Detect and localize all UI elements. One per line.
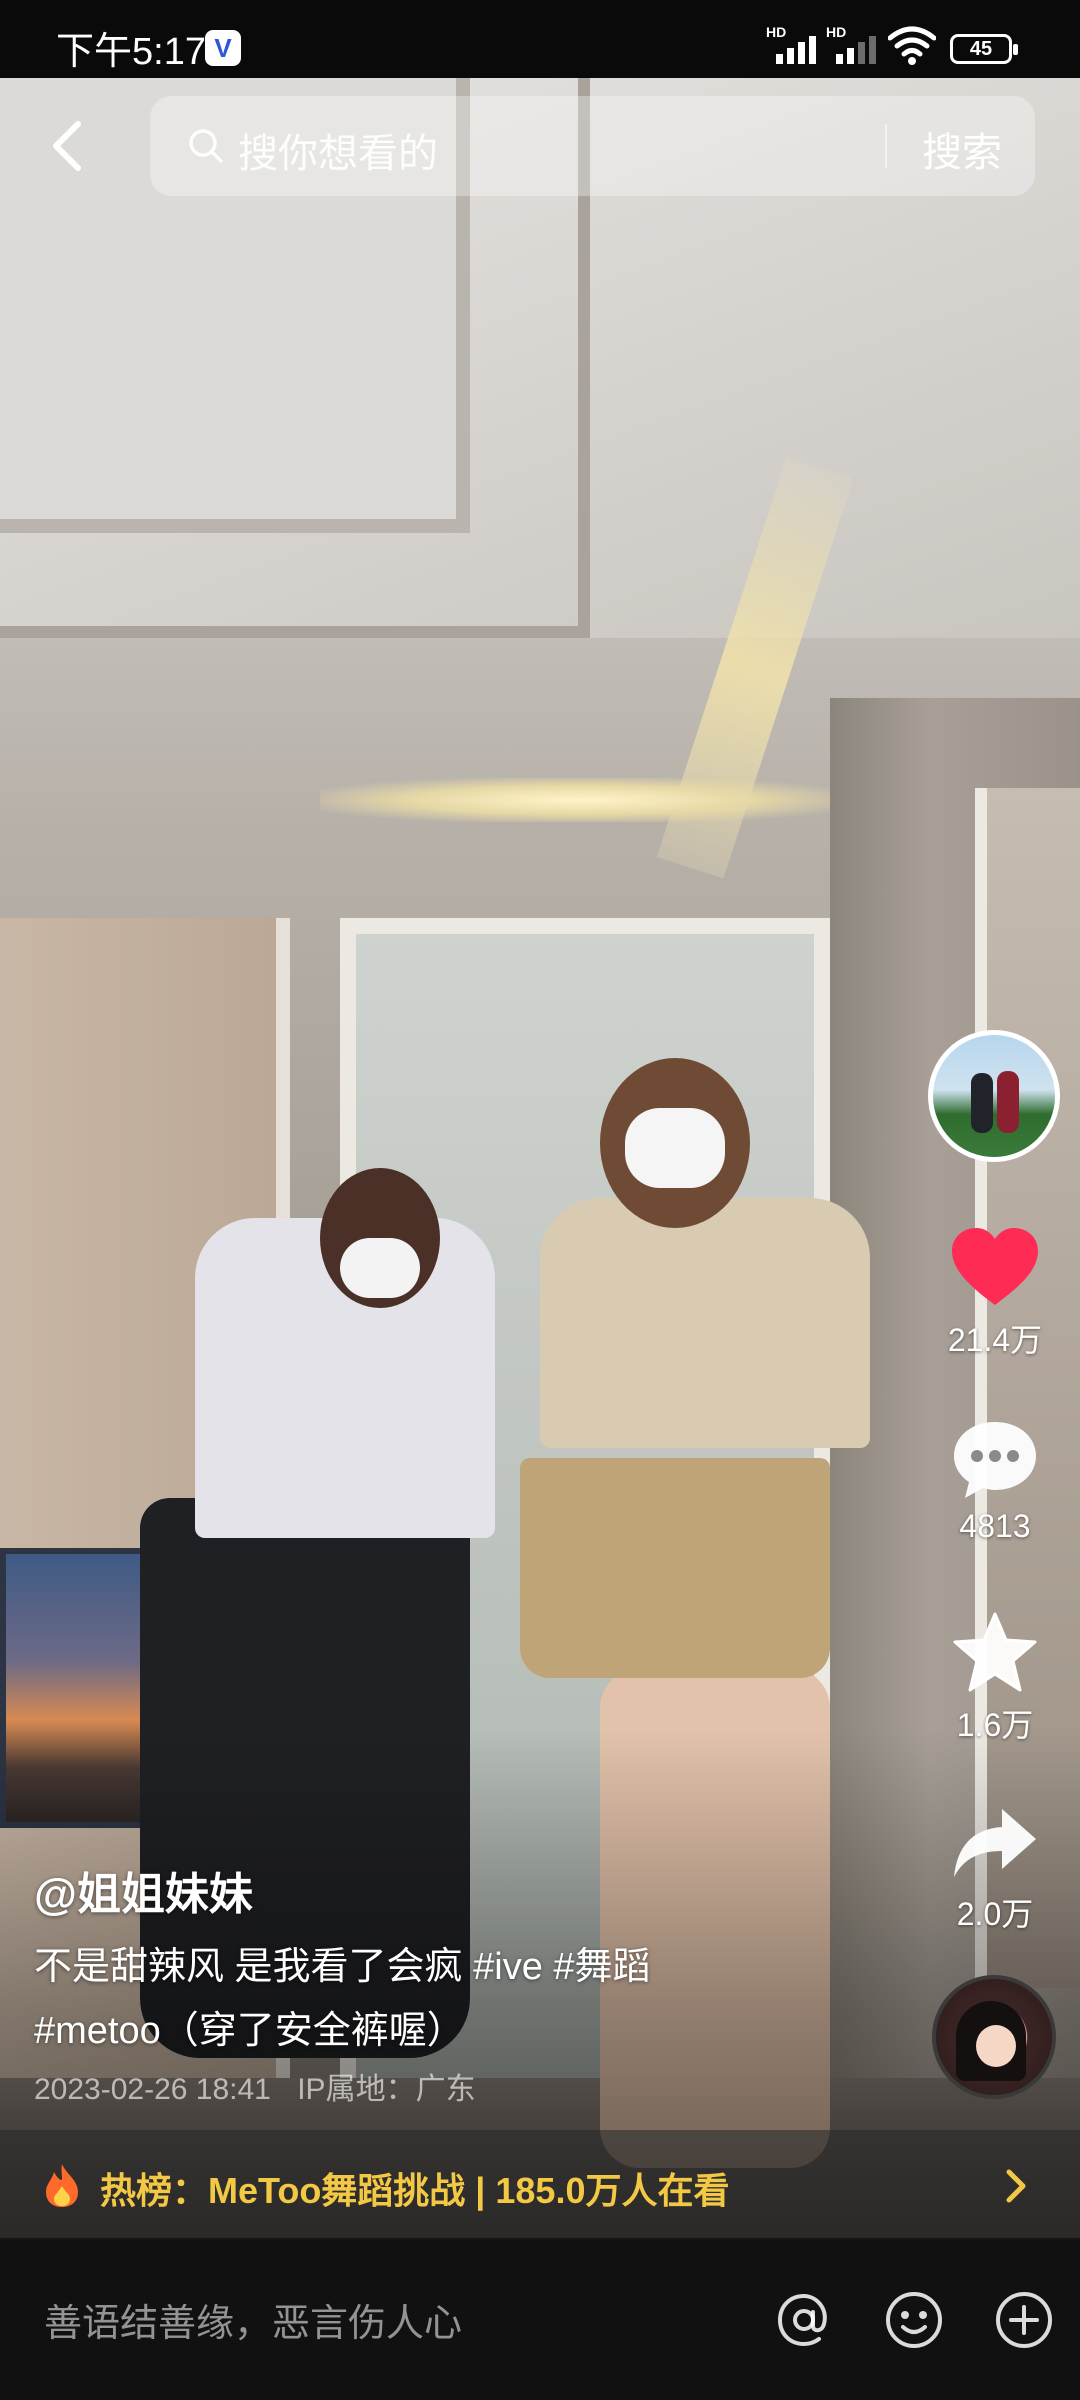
wifi-icon [888,26,936,65]
favorite-count: 1.6万 [956,1707,1034,1743]
heart-icon [952,1228,1038,1305]
status-bar: 下午5:17 V HD HD 45 [0,0,1080,78]
cellular-signal-icon: HD [766,24,822,64]
share-arrow-icon [954,1809,1036,1877]
search-icon [189,129,223,163]
share-count: 2.0万 [956,1896,1034,1932]
back-arrow-icon[interactable] [40,110,100,180]
status-time: 下午5:17 [56,31,206,73]
star-icon [953,1612,1037,1692]
comment-bubble-icon [954,1422,1036,1498]
video-description[interactable]: 不是甜辣风 是我看了会疯 #ive #舞蹈 #metoo（穿了安全裤喔） [34,1935,934,2063]
battery-icon: 45 [950,34,1018,64]
dancer-right-skirt [520,1458,830,1678]
author-name[interactable]: @姐姐妹妹 [34,1858,253,1922]
hot-list-text: 热榜：MeToo舞蹈挑战 | 185.0万人在看 [100,2170,730,2211]
emoji-icon[interactable] [882,2288,946,2352]
ip-location: IP属地：广东 [297,2073,476,2106]
comment-button[interactable]: 4813 [940,1418,1050,1545]
comment-input[interactable]: 善语结善缘，恶言伤人心 [44,2292,462,2347]
music-disc-icon[interactable] [932,1975,1056,2099]
video-scene-light-strip [320,778,840,822]
share-button[interactable]: 2.0万 [940,1803,1050,1935]
like-button[interactable]: 21.4万 [940,1225,1050,1361]
like-count: 21.4万 [947,1322,1043,1358]
favorite-button[interactable]: 1.6万 [940,1610,1050,1746]
vpn-icon: V [205,30,241,66]
search-input[interactable]: 搜你想看的 [238,121,438,179]
search-divider [885,124,887,168]
mention-at-icon[interactable] [772,2288,836,2352]
author-avatar[interactable] [928,1030,1060,1162]
publish-date: 2023-02-26 18:41 [34,2073,271,2106]
description-line-1: 不是甜辣风 是我看了会疯 #ive #舞蹈 [34,1946,651,1988]
cellular-signal-2-icon: HD [826,24,882,64]
chevron-right-icon [1006,2169,1026,2203]
add-circle-icon[interactable] [992,2288,1056,2352]
dancer-left-mask [340,1238,420,1298]
comment-bar: 善语结善缘，恶言伤人心 [0,2240,1080,2400]
search-button[interactable]: 搜索 [922,120,1002,178]
dancer-right-top [540,1198,870,1448]
video-meta: 2023-02-26 18:41 IP属地：广东 [34,2064,476,2108]
hot-list-bar[interactable]: 热榜：MeToo舞蹈挑战 | 185.0万人在看 [0,2130,1080,2240]
description-line-2: #metoo（穿了安全裤喔） [34,2010,465,2052]
search-bar[interactable]: 搜你想看的 搜索 [150,96,1035,196]
fire-icon [46,2164,78,2207]
comment-count: 4813 [959,1508,1031,1544]
dancer-right-mask [625,1108,725,1188]
